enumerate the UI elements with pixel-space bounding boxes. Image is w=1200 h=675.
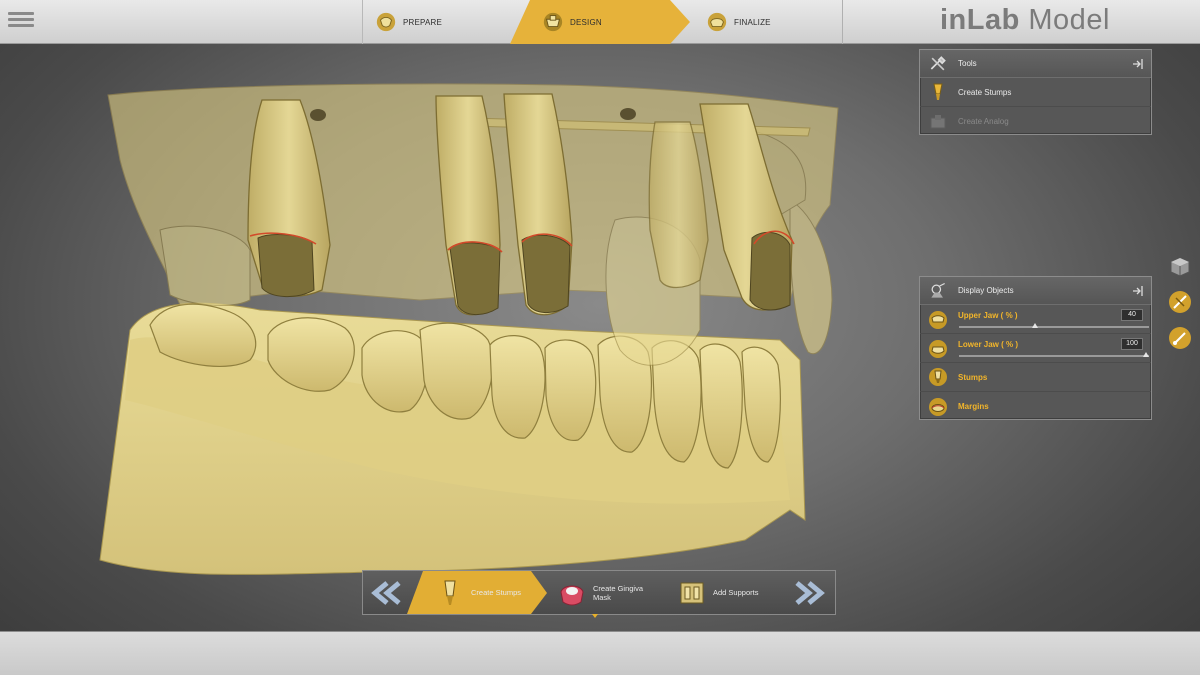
add-supports-label: Add Supports bbox=[713, 588, 759, 597]
create-stumps-step[interactable]: Create Stumps bbox=[407, 571, 547, 614]
tool-create-stumps[interactable]: Create Stumps bbox=[920, 78, 1151, 107]
create-gingiva-mask-label: Create Gingiva Mask bbox=[593, 583, 644, 602]
tool-create-stumps-label: Create Stumps bbox=[958, 87, 1012, 97]
create-stumps-label: Create Stumps bbox=[471, 588, 522, 597]
lower-jaw-row[interactable]: Lower Jaw ( % ) 100 bbox=[920, 334, 1151, 363]
stump-icon bbox=[933, 83, 943, 100]
finalize-icon bbox=[707, 12, 727, 32]
pin-icon[interactable] bbox=[1131, 57, 1145, 71]
stump-icon bbox=[929, 368, 947, 386]
next-arrows-icon[interactable] bbox=[791, 577, 829, 609]
margins-label: Margins bbox=[958, 402, 989, 411]
upper-jaw-slider-track[interactable] bbox=[959, 326, 1149, 328]
status-bar bbox=[0, 631, 1200, 675]
create-gingiva-mask-step[interactable]: Create Gingiva Mask bbox=[551, 571, 671, 614]
cut-tool-icon[interactable] bbox=[1168, 290, 1192, 314]
tools-icon bbox=[930, 55, 946, 70]
step-prepare-label: PREPARE bbox=[403, 17, 443, 27]
pin-icon[interactable] bbox=[1131, 284, 1145, 298]
app-brand-logo: inLab Model bbox=[940, 4, 1110, 37]
lower-jaw-slider-track[interactable] bbox=[959, 355, 1149, 357]
add-supports-step[interactable]: Add Supports bbox=[673, 571, 783, 614]
tools-panel-header[interactable]: Tools bbox=[920, 50, 1151, 78]
display-objects-icon bbox=[931, 282, 945, 298]
stumps-toggle[interactable]: Stumps bbox=[920, 363, 1151, 392]
bottom-toolbar: Create Stumps Create Gingiva Mask Add Su… bbox=[362, 570, 836, 615]
step-finalize-label: FINALIZE bbox=[734, 17, 771, 27]
menu-icon[interactable] bbox=[8, 9, 34, 33]
divider bbox=[842, 0, 843, 44]
lower-jaw-slider-thumb[interactable] bbox=[1143, 352, 1149, 357]
upper-jaw-label: Upper Jaw ( % ) bbox=[958, 311, 1018, 320]
top-bar: PREPARE DESIGN FINALIZE inLab Model bbox=[0, 0, 1200, 44]
upper-jaw-row[interactable]: Upper Jaw ( % ) 40 bbox=[920, 305, 1151, 334]
design-icon bbox=[543, 12, 563, 32]
tool-create-analog-label: Create Analog bbox=[958, 117, 1009, 126]
measure-tool-icon[interactable] bbox=[1168, 326, 1192, 350]
tool-create-analog[interactable]: Create Analog bbox=[920, 107, 1151, 136]
brand-suffix: Model bbox=[1019, 4, 1110, 36]
app-window: PREPARE DESIGN FINALIZE inLab Model Tool… bbox=[0, 0, 1200, 675]
lower-jaw-icon bbox=[929, 340, 947, 358]
gingiva-icon bbox=[560, 585, 584, 605]
step-prepare[interactable]: PREPARE bbox=[362, 0, 512, 44]
display-objects-title: Display Objects bbox=[958, 286, 1014, 295]
display-objects-panel: Display Objects Upper Jaw ( % ) 40 Lower… bbox=[919, 276, 1152, 420]
tools-panel: Tools Create Stumps Create Analog bbox=[919, 49, 1152, 135]
tools-panel-title: Tools bbox=[958, 59, 977, 68]
lower-jaw-label: Lower Jaw ( % ) bbox=[958, 340, 1019, 349]
supports-icon bbox=[680, 582, 704, 603]
margins-toggle[interactable]: Margins bbox=[920, 392, 1151, 421]
step-design-label: DESIGN bbox=[570, 17, 602, 27]
step-design[interactable]: DESIGN bbox=[510, 0, 690, 44]
step-finalize[interactable]: FINALIZE bbox=[690, 0, 842, 44]
analog-icon bbox=[930, 114, 946, 128]
brand-prefix: inLab bbox=[940, 4, 1020, 36]
active-step-marker bbox=[592, 614, 598, 618]
prev-arrows-icon[interactable] bbox=[367, 577, 405, 609]
stump-icon bbox=[444, 580, 456, 605]
upper-jaw-icon bbox=[929, 311, 947, 329]
prepare-icon bbox=[376, 12, 396, 32]
display-objects-header[interactable]: Display Objects bbox=[920, 277, 1151, 305]
upper-jaw-value[interactable]: 40 bbox=[1121, 309, 1143, 321]
lower-jaw-value[interactable]: 100 bbox=[1121, 338, 1143, 350]
margins-icon bbox=[929, 397, 947, 416]
upper-jaw-slider-thumb[interactable] bbox=[1032, 323, 1038, 328]
cube-view-icon[interactable] bbox=[1168, 255, 1192, 279]
stumps-label: Stumps bbox=[958, 372, 988, 382]
